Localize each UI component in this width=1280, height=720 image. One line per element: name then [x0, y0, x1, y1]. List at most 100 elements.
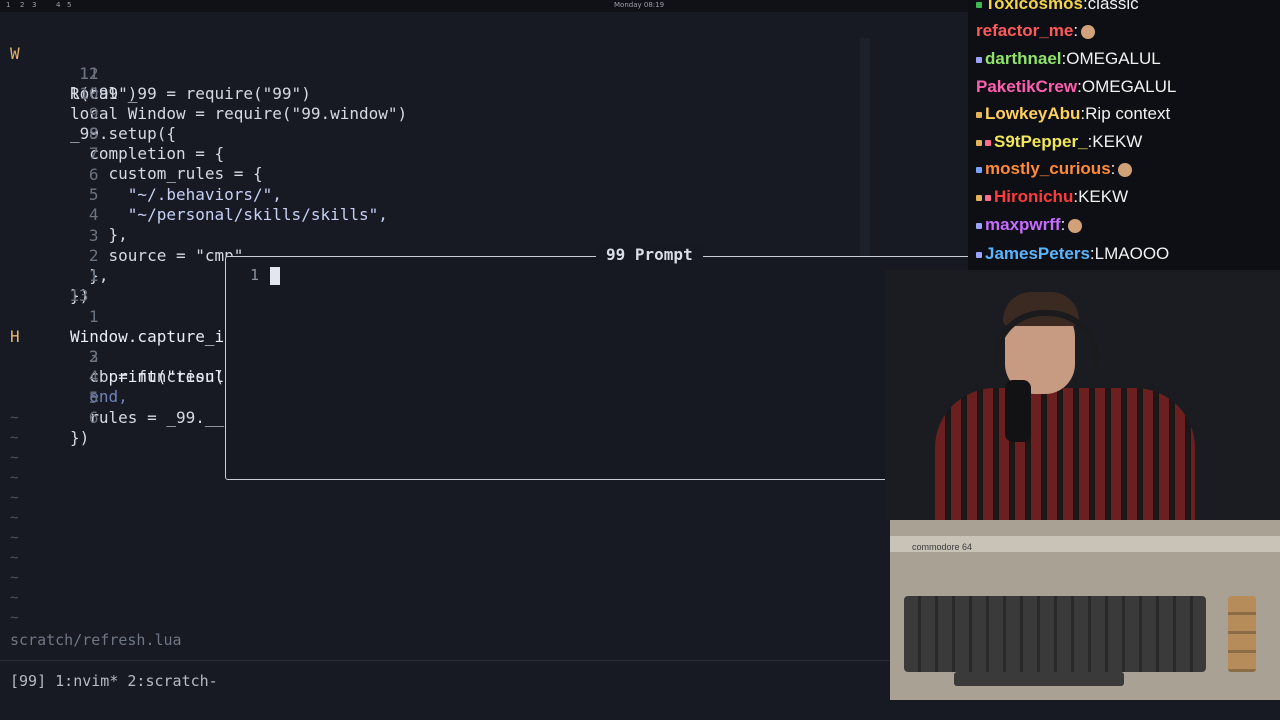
emote-icon: [1118, 162, 1133, 177]
line-number: 1: [88, 307, 99, 326]
code-line[interactable]: 3 print("results"): [0, 327, 263, 386]
empty-line-marker: ~: [10, 570, 19, 586]
code-line[interactable]: 4 },: [0, 185, 128, 244]
code-line-current[interactable]: 13: [0, 266, 88, 305]
chat-message: LowkeyAbu:Rip context: [976, 104, 1170, 130]
empty-line-marker: ~: [10, 590, 19, 606]
line-number: 5: [88, 185, 99, 204]
code-text[interactable]: }): [70, 428, 89, 448]
prompt-line-number: 1: [250, 266, 260, 284]
code-line[interactable]: 3 source = "cmp",: [0, 206, 253, 265]
prompt-title: 99 Prompt: [596, 245, 703, 264]
clock: Monday 08:19: [614, 1, 665, 9]
chat-message: PaketikCrew:OMEGALUL: [976, 77, 1177, 96]
empty-line-marker: ~: [10, 610, 19, 626]
code-line[interactable]: 6 }): [0, 388, 99, 447]
workspace-indicator[interactable]: 4: [56, 1, 60, 9]
code-text[interactable]: "~/personal/skills/skills",: [70, 205, 388, 225]
code-text[interactable]: local Window = require("99.window"): [70, 104, 407, 124]
badge-icon: [976, 251, 982, 258]
code-line[interactable]: 6 "~/.behaviors/",: [0, 145, 282, 204]
code-line[interactable]: 5 rules = _99.__get_state().rules,: [0, 368, 398, 427]
code-line[interactable]: W 12 R("99"): [0, 24, 137, 103]
line-number: 9: [88, 104, 99, 123]
badge-icon: [976, 1, 982, 8]
chat-text: classic: [1087, 0, 1139, 13]
line-number: 6: [88, 165, 99, 184]
stream-chat: Toxicosmos:classic refactor_me: darthnae…: [968, 0, 1280, 270]
empty-line-marker: ~: [10, 430, 19, 446]
chat-username: Hironichu: [994, 187, 1074, 206]
workspace-indicator[interactable]: 2: [20, 1, 24, 9]
streamer-shirt: [935, 388, 1195, 520]
text-cursor[interactable]: [270, 267, 280, 285]
code-line[interactable]: 1 Window.capture_input({: [0, 287, 282, 346]
emote-icon: [1068, 218, 1083, 233]
empty-line-marker: ~: [10, 410, 19, 426]
chat-username: Toxicosmos: [985, 0, 1083, 13]
workspace-indicator[interactable]: 3: [32, 1, 36, 9]
code-text[interactable]: "~/.behaviors/",: [70, 185, 282, 205]
badge-icon: [976, 222, 982, 229]
empty-line-marker: ~: [10, 530, 19, 546]
chat-username: PaketikCrew: [976, 77, 1078, 96]
current-line-number: 13: [69, 286, 89, 305]
code-line[interactable]: 5 "~/personal/skills/skills",: [0, 165, 388, 224]
keyboard-brand: commodore 64: [912, 542, 973, 552]
chat-username: refactor_me: [976, 21, 1074, 40]
chat-text: Rip context: [1085, 104, 1171, 123]
chat-text: OMEGALUL: [1081, 77, 1177, 96]
badge-icon: [976, 194, 982, 201]
microphone-icon: [1005, 380, 1031, 442]
line-number: 10: [79, 84, 99, 103]
empty-line-marker: ~: [10, 550, 19, 566]
chat-username: S9tPepper_: [994, 132, 1088, 151]
line-number: 11: [79, 64, 99, 83]
empty-line-marker: ~: [10, 470, 19, 486]
code-text[interactable]: custom_rules = {: [70, 164, 263, 184]
badge-icon: [976, 166, 982, 173]
workspace-indicator[interactable]: 1: [6, 1, 10, 9]
workspace-indicator[interactable]: 5: [67, 1, 71, 9]
keyboard-keys: [904, 596, 1206, 672]
chat-username: LowkeyAbu: [985, 104, 1081, 123]
badge-icon: [976, 111, 982, 118]
empty-line-marker: ~: [10, 450, 19, 466]
code-line[interactable]: 2 },: [0, 226, 109, 285]
chat-message: mostly_curious:: [976, 159, 1133, 185]
empty-line-marker: ~: [10, 510, 19, 526]
chat-message: darthnael:OMEGALUL: [976, 49, 1161, 75]
empty-line-marker: ~: [10, 490, 19, 506]
prompt-popup[interactable]: 99 Prompt 1: [225, 245, 987, 480]
chat-message: Toxicosmos:classic: [976, 0, 1139, 20]
chat-message: maxpwrff:: [976, 215, 1083, 241]
code-line[interactable]: 8 completion = {: [0, 104, 224, 163]
chat-message: S9tPepper_:KEKW: [976, 132, 1142, 158]
line-number: 3: [88, 226, 99, 245]
badge-icon: [976, 139, 982, 146]
line-number: 3: [88, 347, 99, 366]
commodore-keyboard: commodore 64: [890, 520, 1280, 700]
heart-badge-icon: [985, 194, 991, 201]
code-line[interactable]: 4 end,: [0, 347, 128, 406]
code-line[interactable]: 10 local Window = require("99.window"): [0, 64, 407, 123]
chat-username: mostly_curious: [985, 159, 1111, 178]
code-line[interactable]: 1 }): [0, 246, 99, 305]
code-line[interactable]: 11 local _99 = require("99"): [0, 44, 311, 103]
chat-message: Hironichu:KEKW: [976, 187, 1128, 213]
chat-username: darthnael: [985, 49, 1062, 68]
line-number: 5: [88, 388, 99, 407]
code-text[interactable]: local _99 = require("99"): [70, 84, 311, 104]
webcam-feed: [885, 270, 1280, 520]
chat-username: maxpwrff: [985, 215, 1061, 234]
tmux-status-bar[interactable]: [99] 1:nvim* 2:scratch-: [10, 672, 218, 690]
line-number: 2: [88, 246, 99, 265]
spacebar: [954, 672, 1124, 686]
code-line[interactable]: 9 _99.setup({: [0, 84, 176, 143]
chat-username: JamesPeters: [985, 244, 1090, 263]
chat-text: LMAOOO: [1094, 244, 1170, 263]
line-number: 6: [88, 408, 99, 427]
statusline-filename: scratch/refresh.lua: [10, 631, 182, 649]
code-line[interactable]: 7 custom_rules = {: [0, 124, 263, 183]
code-line[interactable]: H 2 cb = function(success, result): [0, 307, 378, 386]
